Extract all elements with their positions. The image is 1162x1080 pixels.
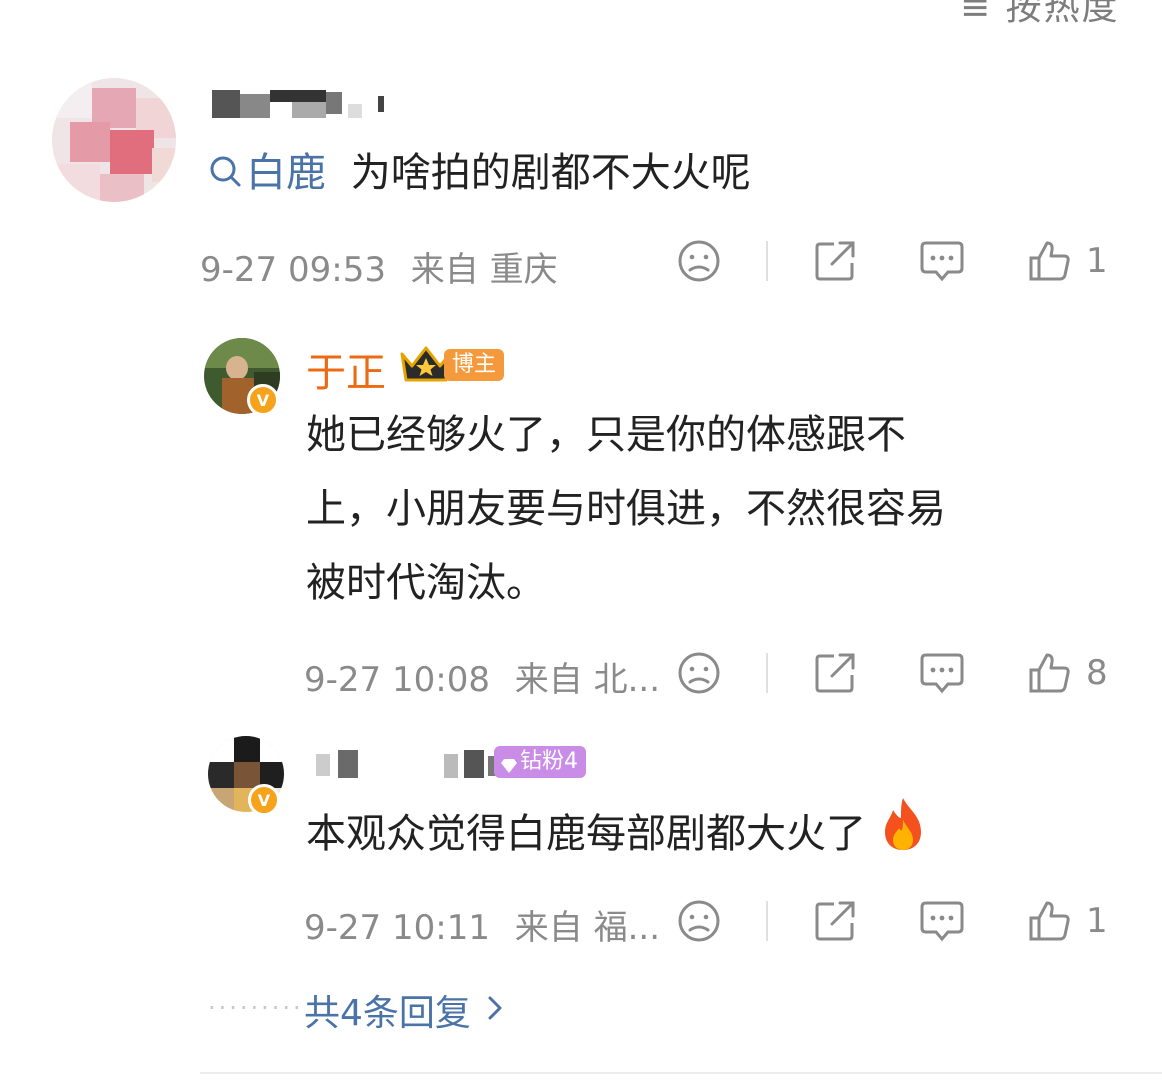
- more-replies-link[interactable]: 共4条回复: [304, 984, 505, 1036]
- sort-by-hot-label[interactable]: ≡ 按热度: [960, 0, 1120, 30]
- username-text: 于正: [306, 350, 386, 396]
- fire-icon: [879, 796, 927, 876]
- dotted-divider: ·········: [208, 994, 304, 1022]
- comment-meta: 9-27 10:11 来自 福...: [304, 900, 660, 949]
- comment-icon[interactable]: [918, 650, 966, 696]
- comment-time: 9-27 10:08: [304, 660, 490, 700]
- divider: [766, 901, 768, 941]
- sad-face-icon[interactable]: [676, 898, 722, 944]
- username-redacted[interactable]: [212, 90, 384, 118]
- comment-actions: 8: [676, 650, 1108, 696]
- comment-text: 本观众觉得白鹿每部剧都大火了: [306, 811, 866, 857]
- fan-level-text: 钻粉4: [520, 749, 578, 774]
- comment-time: 9-27 09:53: [200, 250, 386, 290]
- diamond-icon: [500, 753, 518, 785]
- comment-body: 本观众觉得白鹿每部剧都大火了: [306, 796, 927, 876]
- v-verified-icon: V: [248, 784, 280, 816]
- like-count: 8: [1086, 653, 1108, 693]
- comment-location: 来自 福...: [514, 908, 661, 948]
- comment-line: 上，小朋友要与时俱进，不然很容易: [306, 486, 946, 532]
- username[interactable]: 于正: [306, 340, 386, 398]
- like-count: 1: [1086, 241, 1108, 281]
- avatar[interactable]: [52, 78, 176, 202]
- fan-level-badge: 钻粉4: [494, 746, 586, 778]
- blogger-badge: 博主: [444, 349, 505, 381]
- comment-icon[interactable]: [918, 898, 966, 944]
- divider: [766, 241, 768, 281]
- comment-actions: 1: [676, 238, 1108, 284]
- comment-actions: 1: [676, 898, 1108, 944]
- thumbs-up-icon[interactable]: [1026, 898, 1072, 944]
- comment-meta: 9-27 10:08 来自 北...: [304, 652, 660, 701]
- share-icon[interactable]: [812, 650, 858, 696]
- comment-line: 她已经够火了，只是你的体感跟不: [306, 412, 906, 458]
- comment-body: 她已经够火了，只是你的体感跟不 上，小朋友要与时俱进，不然很容易 被时代淘汰。: [306, 398, 946, 620]
- v-verified-icon: V: [247, 384, 279, 416]
- comment-time: 9-27 10:11: [304, 908, 490, 948]
- comment-location: 来自 重庆: [410, 250, 558, 290]
- more-replies-text: 共4条回复: [304, 993, 471, 1034]
- username-redacted[interactable]: [316, 750, 498, 778]
- sad-face-icon[interactable]: [676, 650, 722, 696]
- comment-icon[interactable]: [918, 238, 966, 284]
- chevron-right-icon: [485, 993, 505, 1027]
- comment-meta: 9-27 09:53 来自 重庆: [200, 242, 558, 291]
- topic-link[interactable]: 白鹿: [208, 150, 339, 196]
- search-icon: [208, 138, 242, 212]
- bottom-divider: [200, 1072, 1162, 1074]
- share-icon[interactable]: [812, 238, 858, 284]
- like-count: 1: [1086, 901, 1108, 941]
- thumbs-up-icon[interactable]: [1026, 650, 1072, 696]
- comment-line: 被时代淘汰。: [306, 560, 546, 606]
- share-icon[interactable]: [812, 898, 858, 944]
- divider: [766, 653, 768, 693]
- sad-face-icon[interactable]: [676, 238, 722, 284]
- comment-body: 白鹿 为啥拍的剧都不大火呢: [208, 136, 751, 212]
- comment-text: 为啥拍的剧都不大火呢: [350, 150, 751, 196]
- thumbs-up-icon[interactable]: [1026, 238, 1072, 284]
- comment-location: 来自 北...: [514, 660, 661, 700]
